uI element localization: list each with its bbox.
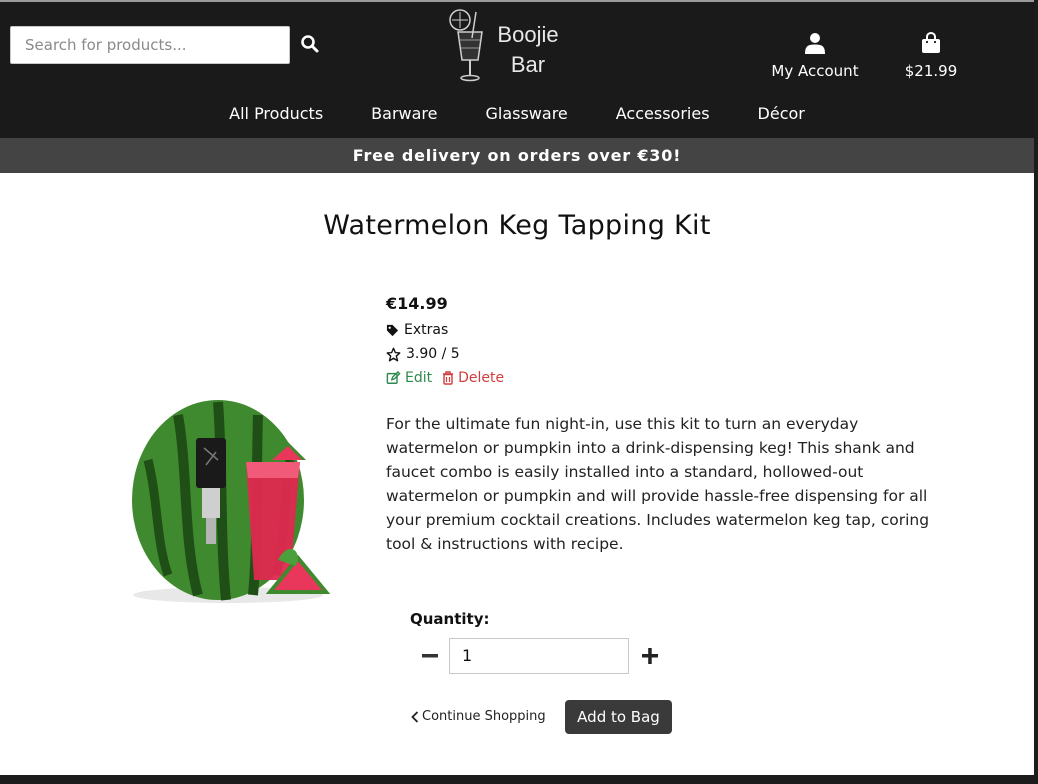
delete-label: Delete bbox=[458, 370, 505, 386]
add-to-bag-button[interactable]: Add to Bag bbox=[565, 700, 672, 734]
bag-total: $21.99 bbox=[904, 62, 958, 80]
nav-accessories[interactable]: Accessories bbox=[616, 104, 710, 130]
product-info: €14.99 Extras 3.90 / 5 Edit Delete For t… bbox=[386, 294, 946, 556]
tag-icon bbox=[386, 324, 399, 336]
product-rating: 3.90 / 5 bbox=[386, 342, 946, 366]
product-image bbox=[128, 390, 338, 610]
promo-banner: Free delivery on orders over €30! bbox=[0, 138, 1034, 173]
product-title: Watermelon Keg Tapping Kit bbox=[323, 210, 711, 241]
trash-icon bbox=[443, 371, 454, 385]
nav-glassware[interactable]: Glassware bbox=[485, 104, 567, 130]
product-admin-actions: Edit Delete bbox=[386, 366, 946, 390]
product-price: €14.99 bbox=[386, 294, 448, 313]
star-icon bbox=[386, 347, 401, 361]
edit-icon bbox=[386, 371, 401, 384]
edit-product-link[interactable]: Edit bbox=[386, 370, 432, 386]
cocktail-glass-logo-icon bbox=[449, 9, 483, 82]
my-account-label: My Account bbox=[771, 62, 859, 80]
category-label: Extras bbox=[404, 322, 449, 338]
site-header: Boojie Bar My Account $21.99 All Product… bbox=[0, 0, 1034, 138]
logo-text: Boojie Bar bbox=[488, 20, 568, 80]
quantity-label: Quantity: bbox=[410, 610, 490, 628]
page: Boojie Bar My Account $21.99 All Product… bbox=[0, 0, 1034, 784]
search-box[interactable] bbox=[10, 26, 290, 64]
continue-shopping-label: Continue Shopping bbox=[422, 709, 546, 724]
user-icon bbox=[805, 33, 825, 54]
search-input[interactable] bbox=[23, 27, 277, 63]
nav-all-products[interactable]: All Products bbox=[229, 104, 323, 130]
main-nav: All Products Barware Glassware Accessori… bbox=[0, 104, 1034, 130]
header-top-line bbox=[0, 0, 1034, 2]
plus-icon bbox=[642, 648, 658, 664]
shopping-bag-link[interactable]: $21.99 bbox=[896, 31, 966, 80]
logo-line-2: Bar bbox=[510, 52, 546, 77]
nav-barware[interactable]: Barware bbox=[371, 104, 437, 130]
delete-product-link[interactable]: Delete bbox=[442, 370, 504, 386]
quantity-input[interactable]: 1 bbox=[449, 638, 629, 674]
footer-edge bbox=[0, 775, 1038, 784]
nav-decor[interactable]: Décor bbox=[758, 104, 805, 130]
edit-label: Edit bbox=[405, 370, 433, 386]
minus-icon bbox=[422, 654, 438, 658]
my-account-link[interactable]: My Account bbox=[760, 32, 870, 80]
decrement-quantity-button[interactable] bbox=[420, 646, 440, 666]
site-logo[interactable]: Boojie Bar bbox=[446, 8, 574, 84]
shopping-bag-icon bbox=[922, 31, 940, 53]
logo-line-1: Boojie bbox=[497, 22, 559, 47]
increment-quantity-button[interactable] bbox=[640, 646, 660, 666]
search-icon[interactable] bbox=[300, 34, 320, 54]
product-category[interactable]: Extras bbox=[386, 318, 946, 342]
continue-shopping-link[interactable]: Continue Shopping bbox=[411, 709, 546, 724]
chevron-left-icon bbox=[411, 710, 419, 723]
product-description: For the ultimate fun night-in, use this … bbox=[386, 415, 930, 553]
rating-value: 3.90 / 5 bbox=[406, 346, 460, 362]
